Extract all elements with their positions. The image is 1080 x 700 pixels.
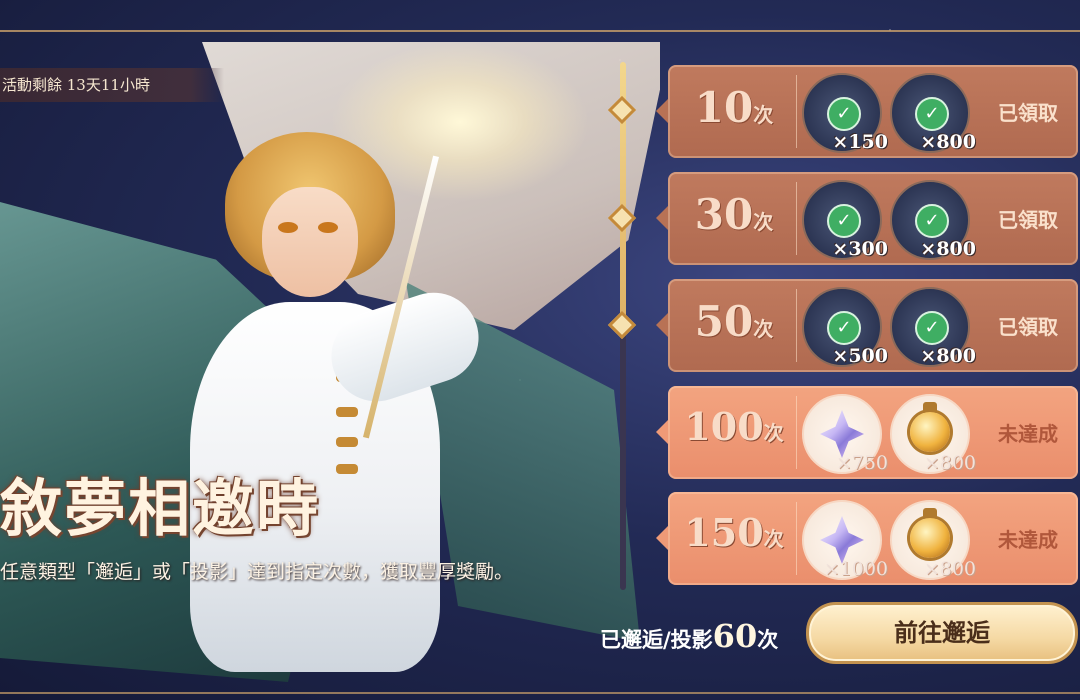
reward-item[interactable]: ✓ ×800 (890, 287, 976, 367)
reward-item[interactable]: ✓ ×150 (802, 73, 888, 153)
check-icon: ✓ (915, 204, 949, 238)
claim-status: 未達成 (998, 422, 1058, 446)
check-icon: ✓ (915, 97, 949, 131)
claim-status: 未達成 (998, 528, 1058, 552)
check-icon: ✓ (827, 311, 861, 345)
progress-track-remaining (620, 330, 626, 590)
reward-item[interactable]: ×800 (890, 394, 976, 474)
character-eye (278, 222, 298, 233)
reward-quantity: ×800 (923, 558, 976, 580)
progress-value: 60 (712, 617, 758, 655)
coat-button (336, 464, 358, 474)
event-description: 任意類型「邂逅」或「投影」達到指定次數，獲取豐厚獎勵。 (0, 561, 514, 583)
character-illustration (0, 32, 660, 700)
milestone-count: 100次 (684, 404, 784, 449)
reward-item[interactable]: ✓ ×500 (802, 287, 888, 367)
reward-quantity: ×500 (832, 345, 888, 367)
reward-item[interactable]: ×750 (802, 394, 888, 474)
milestone-count: 30次 (694, 190, 774, 239)
reward-row-100: 100次 ×750 ×800 未達成 (656, 386, 1078, 479)
event-timer: 活動剩餘 13天11小時 (0, 68, 224, 102)
claim-status: 已領取 (998, 101, 1058, 125)
reward-quantity: ×300 (832, 238, 888, 260)
coat-button (336, 437, 358, 447)
star-crystal-icon (820, 516, 864, 564)
check-icon: ✓ (827, 97, 861, 131)
milestone-count: 50次 (694, 297, 774, 346)
reward-item[interactable]: ×800 (890, 500, 976, 580)
progress-unit: 次 (757, 627, 779, 652)
check-icon: ✓ (915, 311, 949, 345)
go-encounter-button[interactable]: 前往邂逅 (806, 602, 1078, 664)
reward-quantity: ×800 (920, 345, 976, 367)
event-title: 敘夢相邀時 (0, 472, 321, 545)
divider (796, 75, 797, 148)
reward-item[interactable]: ✓ ×800 (890, 73, 976, 153)
progress-label: 已邂逅/投影 (600, 627, 713, 652)
reward-quantity: ×800 (920, 238, 976, 260)
divider (796, 182, 797, 255)
star-orb-icon (910, 518, 950, 558)
divider (796, 289, 797, 362)
character-eye (318, 222, 338, 233)
milestone-count: 10次 (694, 83, 774, 132)
coat-button (336, 407, 358, 417)
reward-row-10: 10次 ✓ ×150 ✓ ×800 已領取 (656, 65, 1078, 158)
reward-quantity: ×800 (923, 452, 976, 474)
claim-status: 已領取 (998, 315, 1058, 339)
reward-item[interactable]: ✓ ×800 (890, 180, 976, 260)
milestone-count: 150次 (684, 510, 784, 555)
reward-row-30: 30次 ✓ ×300 ✓ ×800 已領取 (656, 172, 1078, 265)
reward-item[interactable]: ✓ ×300 (802, 180, 888, 260)
reward-item[interactable]: ×1000 (802, 500, 888, 580)
star-orb-icon (910, 412, 950, 452)
reward-quantity: ×750 (835, 452, 888, 474)
divider (796, 396, 797, 469)
claim-status: 已領取 (998, 208, 1058, 232)
reward-quantity: ×800 (920, 131, 976, 153)
pull-progress: 已邂逅/投影60次 (600, 617, 778, 655)
star-crystal-icon (820, 410, 864, 458)
character-face (262, 187, 358, 297)
check-icon: ✓ (827, 204, 861, 238)
reward-quantity: ×150 (832, 131, 888, 153)
reward-row-150: 150次 ×1000 ×800 未達成 (656, 492, 1078, 585)
reward-quantity: ×1000 (823, 558, 888, 580)
reward-row-50: 50次 ✓ ×500 ✓ ×800 已領取 (656, 279, 1078, 372)
divider (796, 502, 797, 575)
